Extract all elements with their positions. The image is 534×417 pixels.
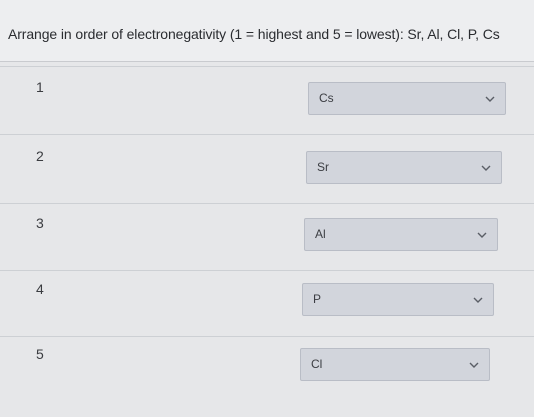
row-number: 5 bbox=[36, 346, 44, 362]
answer-row-5: 5 Cl bbox=[0, 336, 534, 402]
rank-3-select[interactable]: Al bbox=[304, 218, 498, 251]
row-number: 3 bbox=[36, 215, 44, 231]
question-header: Arrange in order of electronegativity (1… bbox=[0, 0, 534, 62]
row-number: 4 bbox=[36, 281, 44, 297]
chevron-down-icon bbox=[473, 296, 483, 304]
rank-5-select[interactable]: Cl bbox=[300, 348, 490, 381]
answer-row-1: 1 Cs bbox=[0, 66, 534, 132]
chevron-down-icon bbox=[485, 95, 495, 103]
answer-row-4: 4 P bbox=[0, 270, 534, 336]
select-value: P bbox=[313, 292, 322, 306]
answer-row-3: 3 Al bbox=[0, 203, 534, 269]
select-value: Cs bbox=[319, 91, 334, 105]
rank-2-select[interactable]: Sr bbox=[306, 151, 502, 184]
row-number: 1 bbox=[36, 79, 44, 95]
rank-4-select[interactable]: P bbox=[302, 283, 494, 316]
answer-row-2: 2 Sr bbox=[0, 134, 534, 200]
select-value: Cl bbox=[311, 357, 323, 371]
chevron-down-icon bbox=[481, 164, 491, 172]
chevron-down-icon bbox=[469, 361, 479, 369]
chevron-down-icon bbox=[477, 231, 487, 239]
select-value: Sr bbox=[317, 160, 329, 174]
select-value: Al bbox=[315, 227, 326, 241]
row-number: 2 bbox=[36, 148, 44, 164]
question-text: Arrange in order of electronegativity (1… bbox=[8, 26, 500, 42]
rank-1-select[interactable]: Cs bbox=[308, 82, 506, 115]
